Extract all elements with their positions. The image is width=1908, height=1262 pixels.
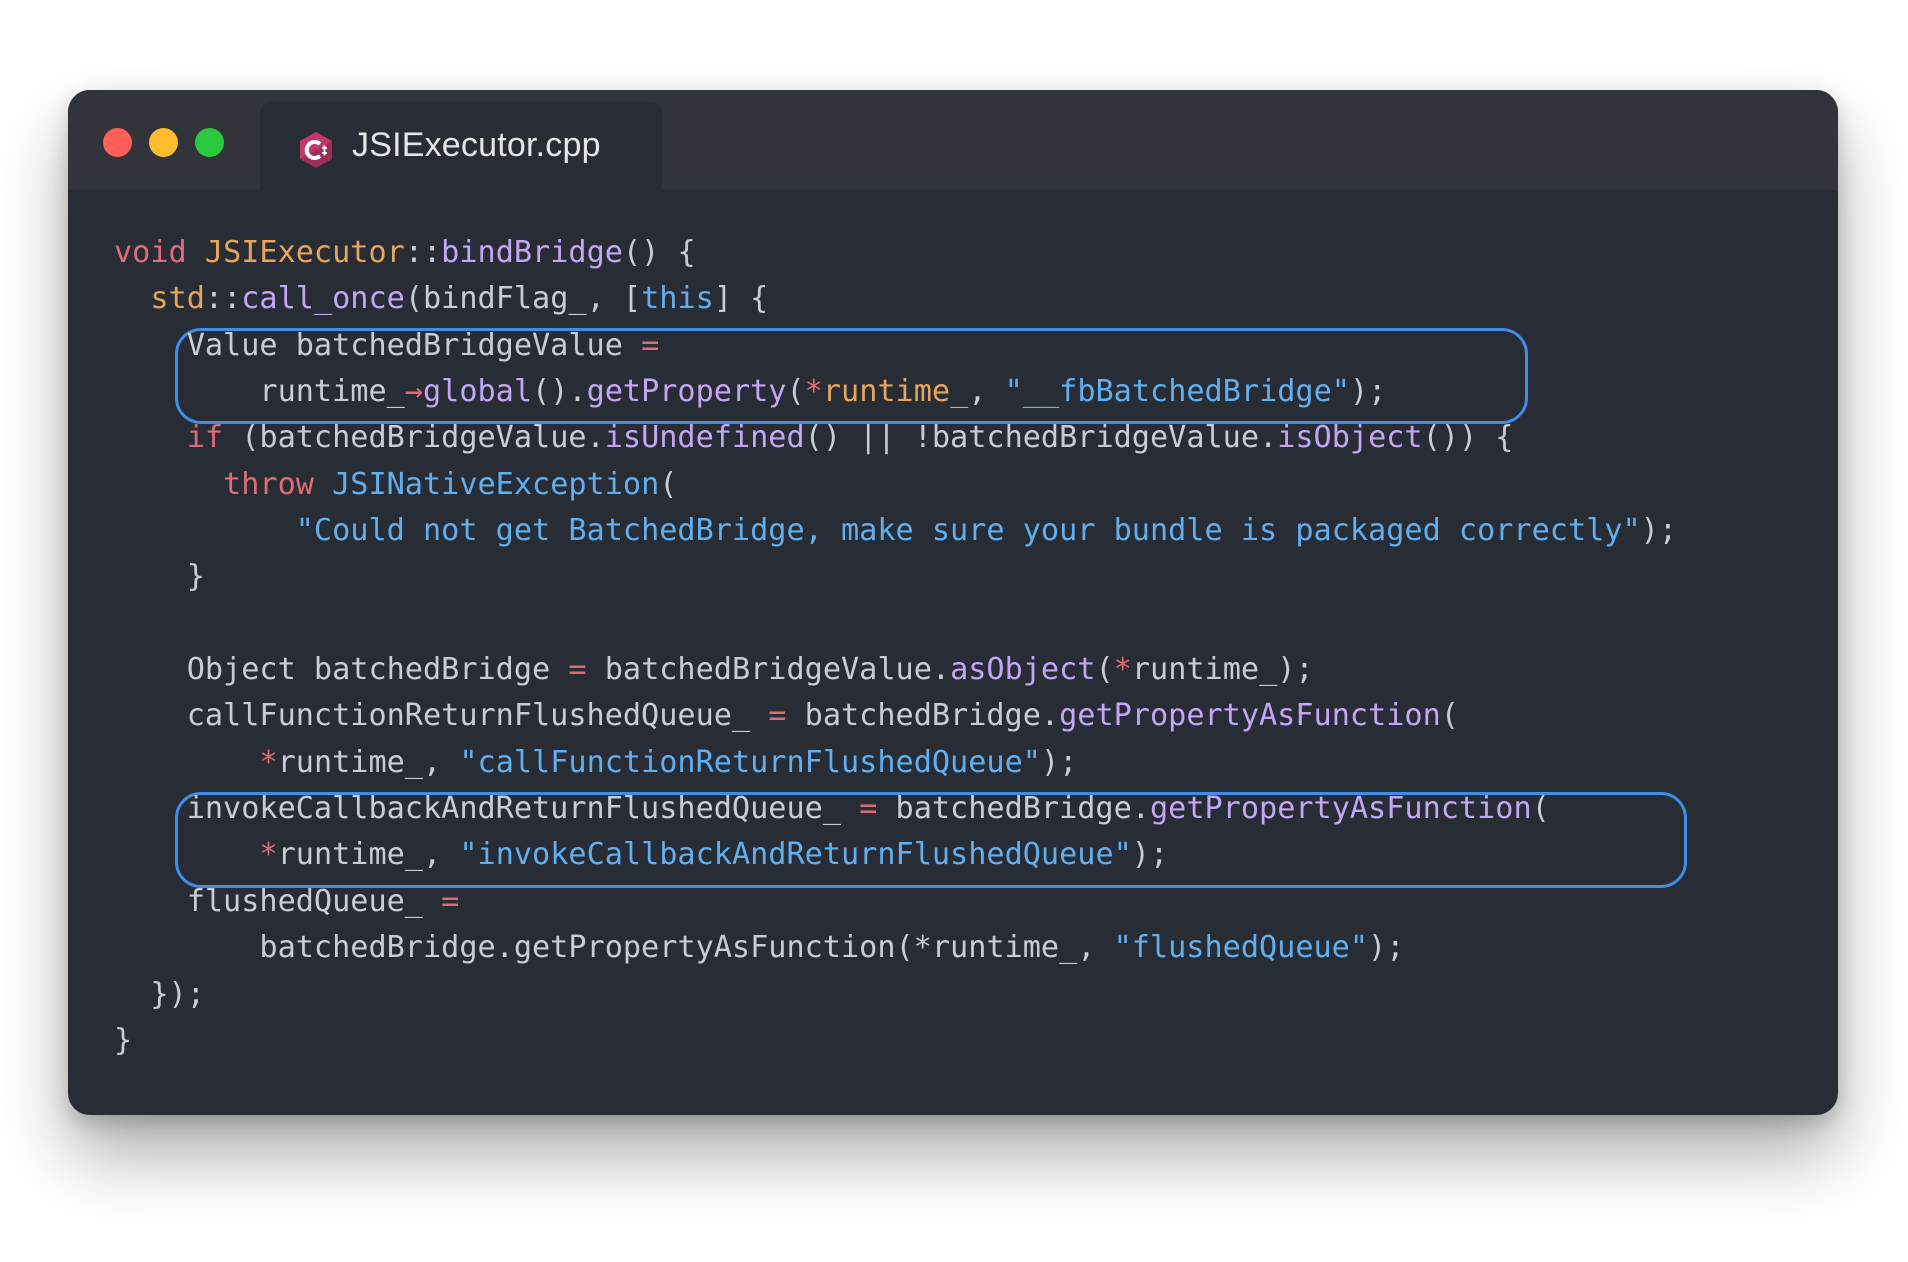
code-line: invokeCallbackAndReturnFlushedQueue_ = b… [114,791,1550,827]
maximize-button[interactable] [195,128,224,157]
title-bar: JSIExecutor.cpp [68,90,1838,190]
code-window: JSIExecutor.cpp void JSIExecutor::bindBr… [68,90,1838,1115]
code-line: flushedQueue_ = [114,883,460,919]
code-line: throw JSINativeException( [223,466,678,502]
code-line: batchedBridge.getPropertyAsFunction(*run… [114,930,1405,966]
minimize-button[interactable] [149,128,178,157]
tab-title: JSIExecutor.cpp [352,126,601,164]
code-line: "Could not get BatchedBridge, make sure … [295,513,1678,549]
code-line: void JSIExecutor::bindBridge() { [114,235,696,270]
code-line: Value batchedBridgeValue = [114,327,660,363]
code-line: *runtime_, "invokeCallbackAndReturnFlush… [259,837,1169,873]
code-line: Object batchedBridge = batchedBridgeValu… [114,652,1314,688]
close-button[interactable] [103,128,132,157]
cpp-file-icon [300,132,332,168]
code-line: } [114,1022,133,1058]
code-block: void JSIExecutor::bindBridge() { std::ca… [114,230,1677,1064]
code-line: *runtime_, "callFunctionReturnFlushedQue… [259,744,1078,780]
code-line: runtime_→global().getProperty(*runtime_,… [114,374,1387,410]
code-line: std::call_once(bindFlag_, [this] { [150,281,769,317]
file-tab[interactable]: JSIExecutor.cpp [260,102,662,190]
code-line: } [114,559,205,595]
code-line: callFunctionReturnFlushedQueue_ = batche… [114,698,1459,734]
code-line: if (batchedBridgeValue.isUndefined() || … [186,420,1514,456]
code-line: }); [114,976,205,1012]
